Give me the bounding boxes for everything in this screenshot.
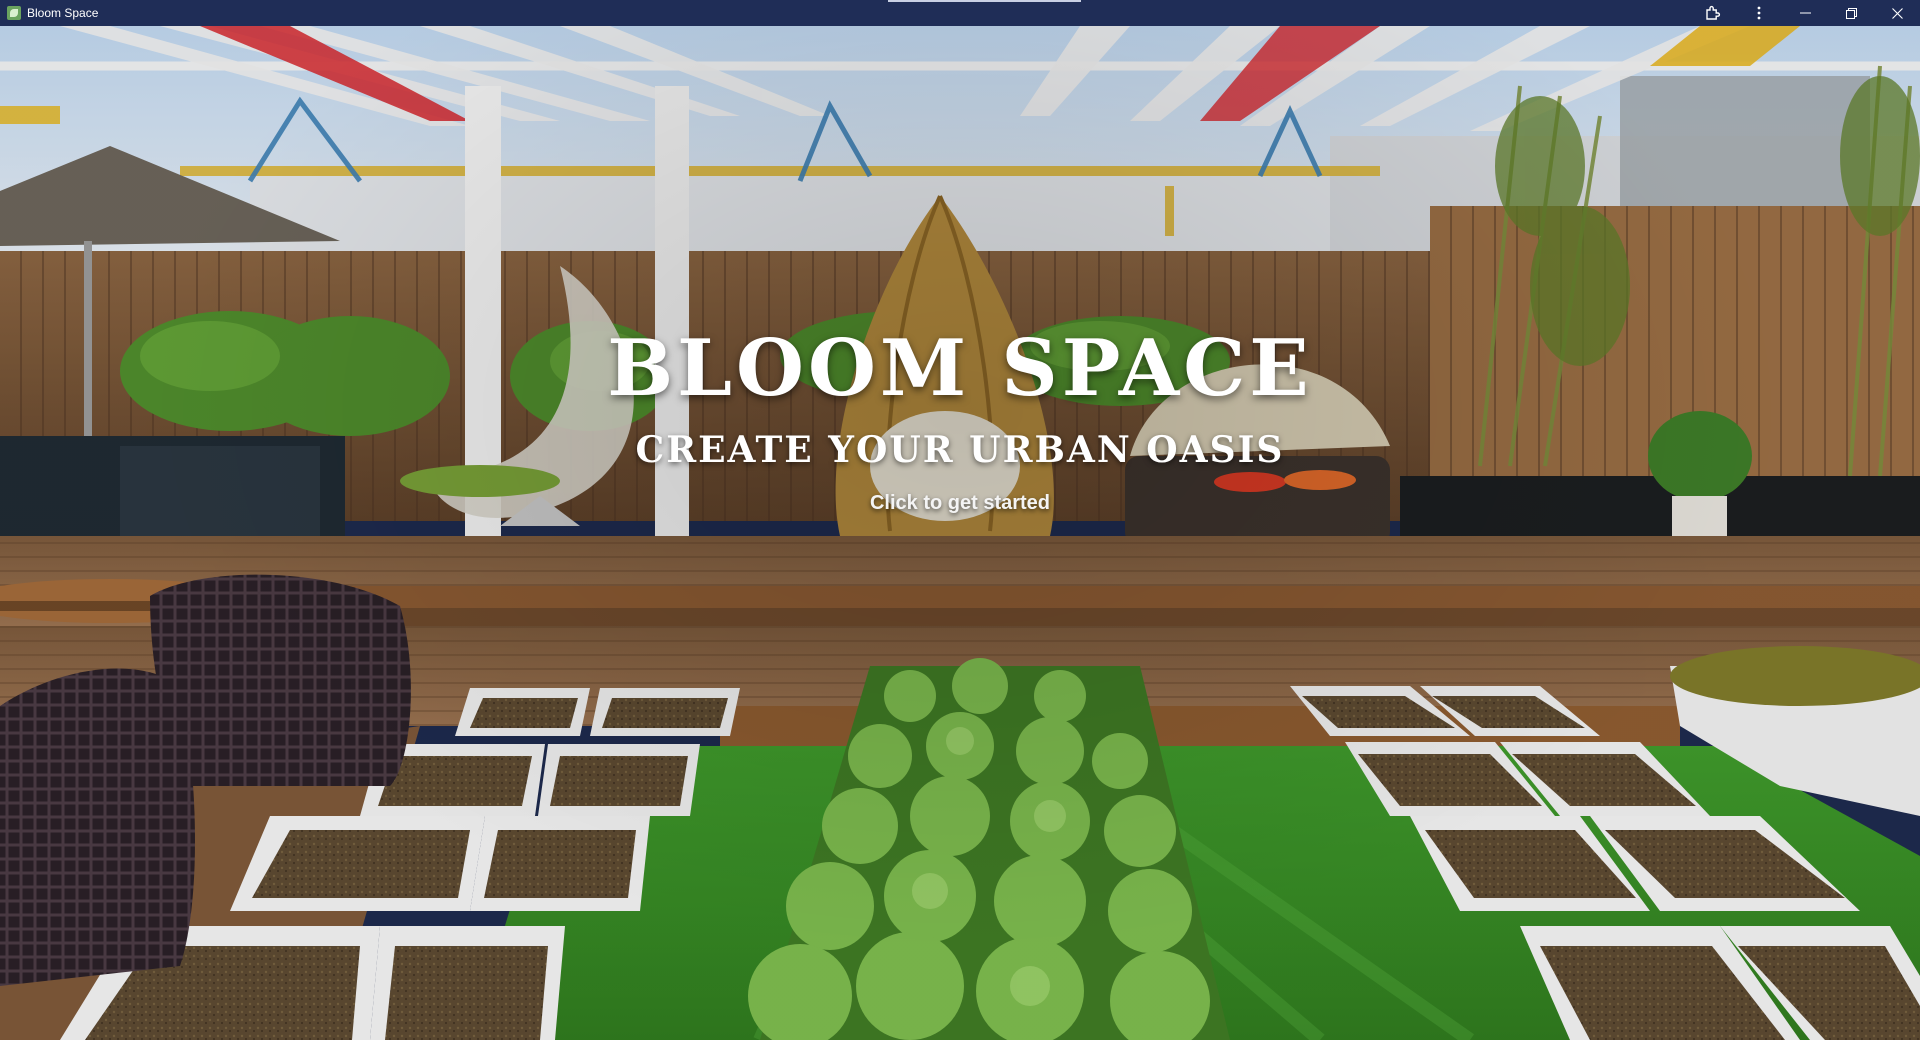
extensions-icon[interactable] [1690,0,1736,26]
minimize-icon[interactable] [1782,0,1828,26]
hero-section[interactable]: BLOOM SPACE CREATE YOUR URBAN OASIS Clic… [0,26,1920,1040]
get-started-link-row: Click to get started [0,493,1920,513]
more-options-icon[interactable] [1736,0,1782,26]
hero-title: BLOOM SPACE [607,323,1313,414]
close-icon[interactable] [1874,0,1920,26]
window-titlebar: Bloom Space [0,0,1920,26]
hero-subtitle: CREATE YOUR URBAN OASIS [635,429,1285,471]
window-controls [1690,0,1920,26]
get-started-link[interactable]: Click to get started [870,492,1050,514]
restore-icon[interactable] [1828,0,1874,26]
window-title: Bloom Space [27,6,99,20]
titlebar-drag-indicator [888,0,1081,2]
hero-overlay [0,26,1920,1040]
bloom-leaf-icon [7,6,21,20]
